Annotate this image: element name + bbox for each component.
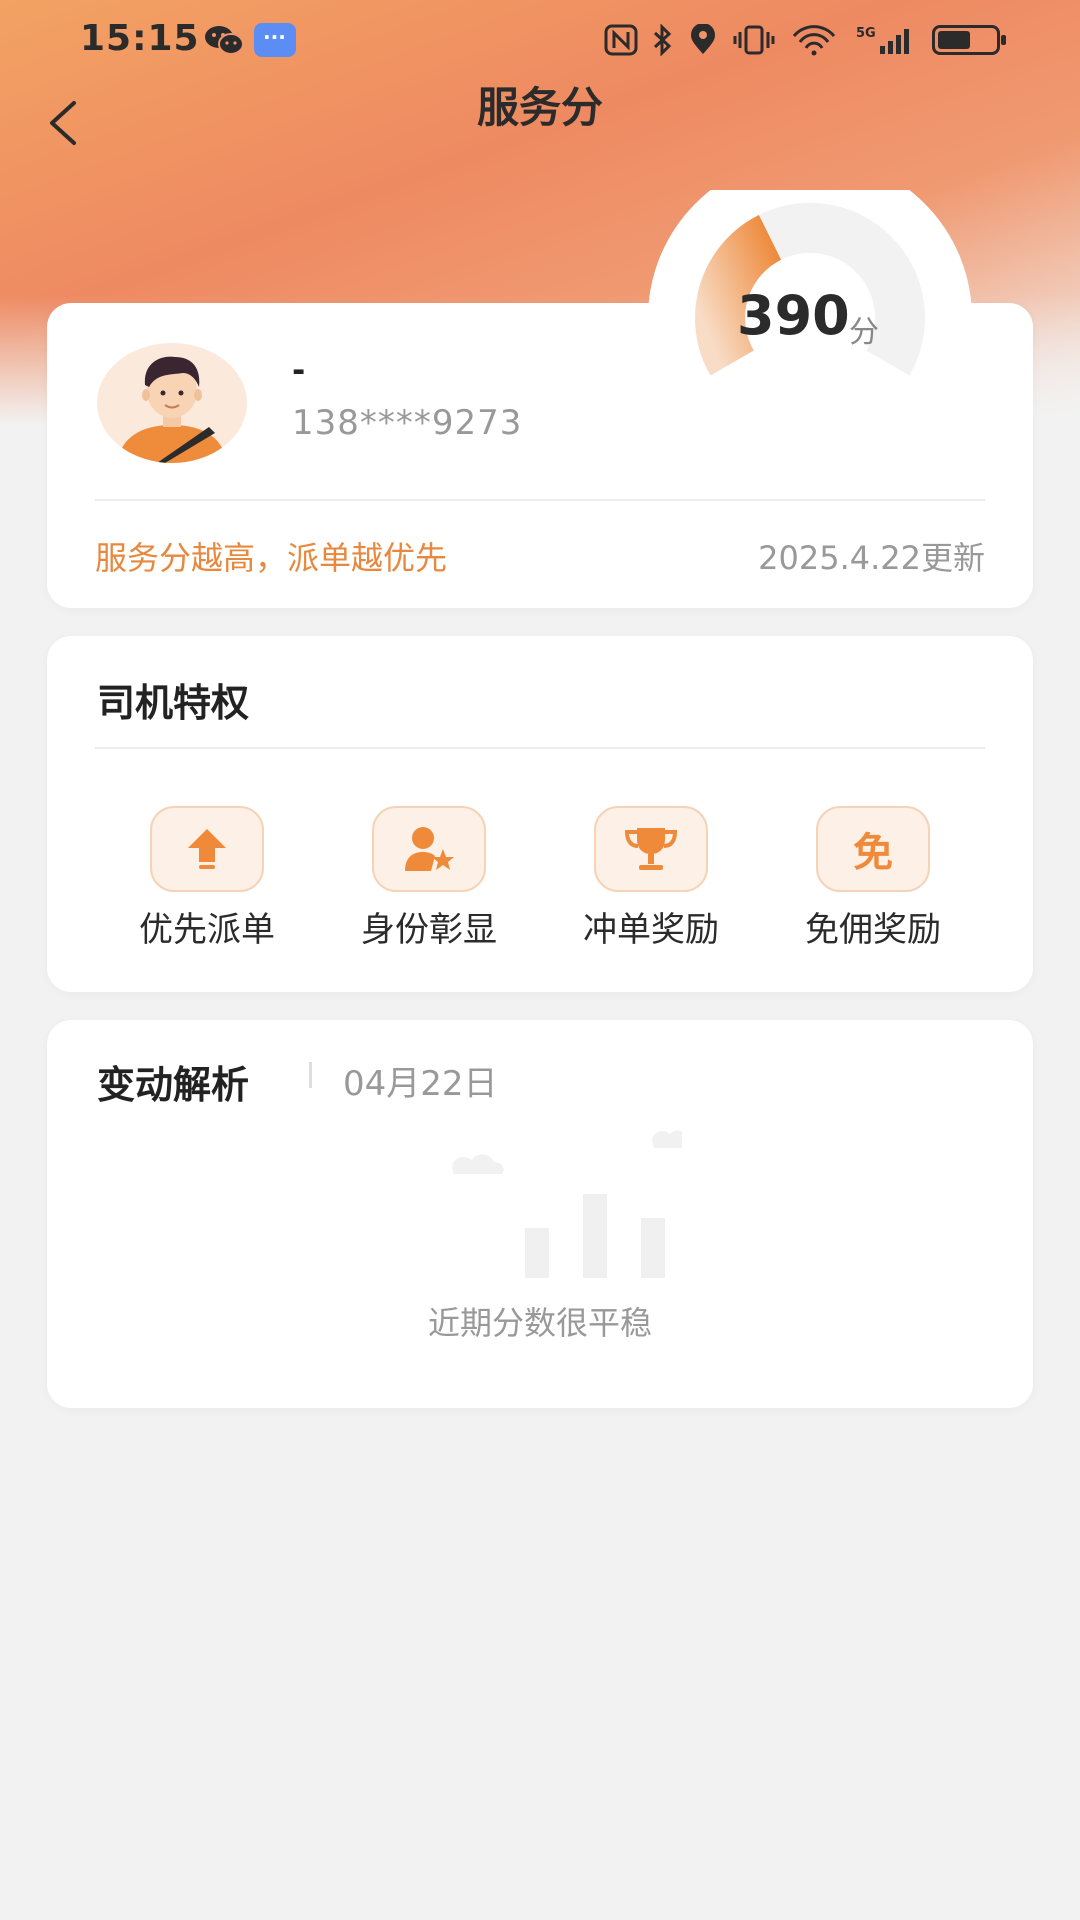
change-analysis-card: 变动解析 04月22日 近期分数很平稳 — [47, 1020, 1033, 1408]
arrow-up-icon — [150, 806, 264, 892]
status-bar: 15:15 5G — [0, 0, 1080, 80]
trophy-icon — [594, 806, 708, 892]
wifi-icon — [792, 25, 836, 56]
nfc-icon — [604, 24, 638, 56]
user-phone: 138****9273 — [292, 403, 523, 443]
privilege-priority-dispatch[interactable]: 优先派单 — [107, 806, 307, 951]
score-tip: 服务分越高，派单越优先 — [95, 539, 448, 577]
bluetooth-icon — [653, 24, 672, 56]
status-time: 15:15 — [80, 18, 200, 59]
location-icon — [691, 24, 715, 54]
mian-badge-icon: 免 — [816, 806, 930, 892]
privilege-label: 身份彰显 — [361, 910, 497, 950]
page-title: 服务分 — [476, 83, 603, 132]
title-separator — [309, 1062, 312, 1088]
privilege-label: 优先派单 — [139, 910, 275, 950]
empty-state-text: 近期分数很平稳 — [427, 1304, 652, 1342]
mian-glyph: 免 — [853, 830, 893, 876]
privilege-label: 冲单奖励 — [583, 910, 719, 950]
vibrate-icon — [733, 25, 775, 55]
empty-chart-icon — [452, 1130, 682, 1278]
privileges-card: 司机特权 优先派单 身份彰显 冲单奖励 免 免佣奖励 — [47, 636, 1033, 992]
privilege-label: 免佣奖励 — [805, 910, 941, 950]
status-icons: 5G — [604, 20, 1006, 60]
person-star-icon — [372, 806, 486, 892]
privileges-title: 司机特权 — [97, 681, 250, 725]
update-date: 2025.4.22更新 — [758, 539, 985, 577]
privilege-identity-display[interactable]: 身份彰显 — [329, 806, 529, 951]
avatar — [97, 343, 247, 463]
battery-icon — [932, 25, 1006, 55]
signal-5g-icon: 5G — [856, 26, 909, 54]
score-unit: 分 — [849, 315, 879, 350]
privilege-commission-free[interactable]: 免 免佣奖励 — [773, 806, 973, 951]
message-icon — [254, 23, 296, 57]
wechat-icon — [205, 26, 244, 55]
privilege-order-reward[interactable]: 冲单奖励 — [551, 806, 751, 951]
divider — [95, 499, 985, 501]
svg-text:5G: 5G — [856, 26, 876, 41]
change-title: 变动解析 — [97, 1063, 250, 1107]
score-value: 390 — [737, 284, 850, 347]
user-name: - — [292, 351, 306, 389]
divider — [95, 747, 985, 749]
change-date: 04月22日 — [343, 1064, 498, 1104]
